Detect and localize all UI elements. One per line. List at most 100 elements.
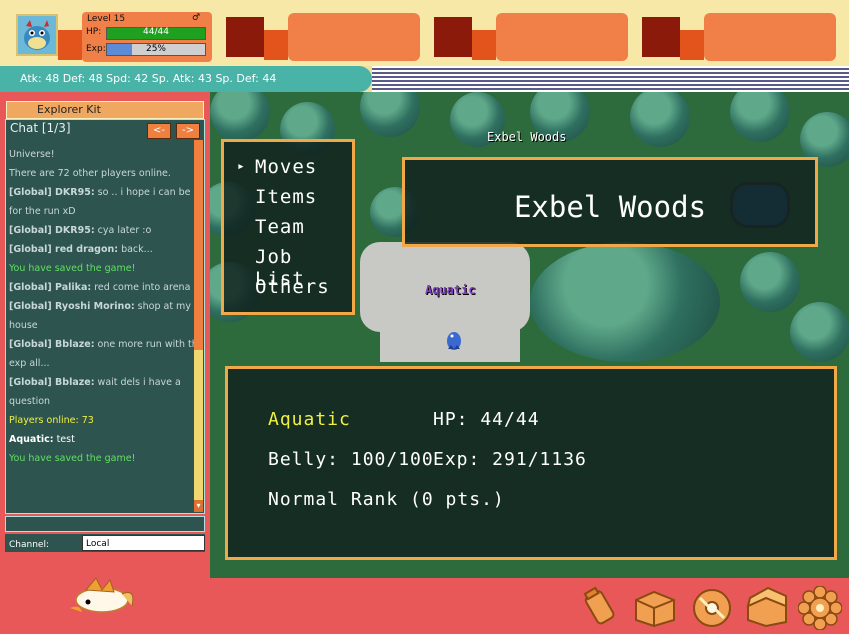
bag-icon[interactable] bbox=[578, 584, 622, 632]
menu-item-team[interactable]: Team bbox=[255, 216, 305, 238]
exp-label: Exp: bbox=[86, 44, 106, 54]
chat-line-sender: [Global] DKR95: bbox=[9, 225, 95, 236]
chat-line: There are 72 other players online. bbox=[9, 164, 195, 183]
chat-line: Players online: 73 bbox=[9, 411, 195, 430]
chat-lines: Universe! There are 72 other players onli… bbox=[9, 145, 195, 468]
chat-line-text: red come into arena bbox=[91, 282, 191, 293]
chat-line-sender: [Global] Bblaze: bbox=[9, 339, 95, 350]
chat-line: [Global] Bblaze: one more run with this bbox=[9, 335, 195, 354]
chat-line: [Global] DKR95: cya later :o bbox=[9, 221, 195, 240]
menu-item-others[interactable]: Others bbox=[255, 276, 330, 298]
gender-icon: ♂ bbox=[192, 13, 201, 23]
chat-line-sender: [Global] Ryoshi Morino: bbox=[9, 301, 135, 312]
chat-line-sender: Aquatic: bbox=[9, 434, 54, 445]
chat-line-text: wait dels i have a bbox=[94, 377, 181, 388]
storage-box-icon[interactable] bbox=[632, 588, 678, 632]
map-tree bbox=[630, 92, 690, 147]
status-exp: Exp: 291/1136 bbox=[433, 449, 587, 470]
chat-line: [Global] red dragon: back... bbox=[9, 240, 195, 259]
chat-line: You have saved the game! bbox=[9, 259, 195, 278]
chat-scroll-down-icon[interactable]: ▾ bbox=[194, 500, 203, 512]
channel-select[interactable]: Local bbox=[82, 535, 205, 551]
chat-line-text: Universe! bbox=[9, 149, 55, 160]
chat-next-button[interactable]: -> bbox=[176, 123, 200, 139]
chat-line-text: so .. i hope i can be up bbox=[94, 187, 195, 198]
map-tree bbox=[210, 92, 270, 142]
party-slot-2-tab bbox=[264, 30, 288, 60]
totodile-icon bbox=[18, 16, 56, 54]
chat-line-text: Players online: 73 bbox=[9, 415, 94, 426]
chat-line: for the run xD bbox=[9, 202, 195, 221]
chat-line: Aquatic: test bbox=[9, 430, 195, 449]
status-name: Aquatic bbox=[268, 409, 351, 430]
hp-label: HP: bbox=[86, 27, 102, 37]
chat-line-text: cya later :o bbox=[94, 225, 152, 236]
map-tree bbox=[740, 252, 800, 312]
chat-title: Chat [1/3] bbox=[10, 121, 71, 135]
disc-icon[interactable] bbox=[690, 586, 734, 634]
chat-line-text: You have saved the game! bbox=[9, 453, 136, 464]
party-slot-4-card[interactable] bbox=[704, 13, 836, 61]
location-label: Exbel Woods bbox=[487, 130, 567, 144]
chat-line-text: You have saved the game! bbox=[9, 263, 136, 274]
chat-line: [Global] Bblaze: wait dels i have a bbox=[9, 373, 195, 392]
party-slot-2-portrait[interactable] bbox=[226, 17, 264, 57]
channel-label: Channel: bbox=[9, 540, 49, 550]
status-belly: Belly: 100/100 bbox=[268, 449, 434, 470]
location-banner: Exbel Woods bbox=[402, 157, 818, 247]
party-slot-2-card[interactable] bbox=[288, 13, 420, 61]
chat-line: question bbox=[9, 392, 195, 411]
party-slot-3-card[interactable] bbox=[496, 13, 628, 61]
lead-portrait[interactable] bbox=[16, 14, 58, 56]
chat-line-sender: [Global] red dragon: bbox=[9, 244, 119, 255]
chat-line: [Global] Ryoshi Morino: shop at my bbox=[9, 297, 195, 316]
menu-cursor-icon: ▸ bbox=[237, 159, 246, 174]
chat-line-text: exp all... bbox=[9, 358, 50, 369]
chat-line: You have saved the game! bbox=[9, 449, 195, 468]
chat-scroll-thumb[interactable] bbox=[194, 350, 203, 500]
hp-value: 44/44 bbox=[143, 27, 169, 37]
player-sprite[interactable] bbox=[445, 327, 463, 355]
party-slot-3-portrait[interactable] bbox=[434, 17, 472, 57]
map-tree bbox=[790, 302, 849, 362]
status-rank: Normal Rank (0 pts.) bbox=[268, 489, 505, 510]
party-slot-4-portrait[interactable] bbox=[642, 17, 680, 57]
chat-line: [Global] DKR95: so .. i hope i can be up bbox=[9, 183, 195, 202]
stats-strip: Atk: 48 Def: 48 Spd: 42 Sp. Atk: 43 Sp. … bbox=[0, 66, 372, 92]
chat-line: exp all... bbox=[9, 354, 195, 373]
location-banner-text: Exbel Woods bbox=[513, 190, 707, 224]
chat-line: Universe! bbox=[9, 145, 195, 164]
chat-line-text: There are 72 other players online. bbox=[9, 168, 171, 179]
menu-item-moves[interactable]: Moves bbox=[255, 156, 317, 178]
portrait-tab bbox=[58, 30, 82, 60]
lead-status-card: Level 15 ♂ HP: 44/44 Exp: 25% bbox=[82, 12, 212, 62]
status-hp: HP: 44/44 bbox=[433, 409, 540, 430]
chat-line-sender: [Global] DKR95: bbox=[9, 187, 95, 198]
menu-item-items[interactable]: Items bbox=[255, 186, 317, 208]
stats-strip-stripes bbox=[372, 66, 849, 92]
chat-line-text: question bbox=[9, 396, 51, 407]
main-menu: ▸ Moves Items Team Job List Others bbox=[221, 139, 355, 315]
player-name-label: Aquatic bbox=[425, 283, 476, 297]
chat-line-text: shop at my bbox=[134, 301, 191, 312]
map-tree bbox=[730, 92, 790, 142]
chat-input[interactable] bbox=[5, 516, 205, 532]
level-label: Level 15 bbox=[87, 14, 126, 24]
party-slot-3-tab bbox=[472, 30, 496, 60]
chat-line-text: for the run xD bbox=[9, 206, 76, 217]
mascot-icon bbox=[66, 574, 138, 620]
explorer-kit-tab[interactable]: Explorer Kit bbox=[6, 101, 204, 119]
chat-line-sender: [Global] Palika: bbox=[9, 282, 92, 293]
party-slot-4-tab bbox=[680, 30, 704, 60]
exp-value: 25% bbox=[145, 44, 166, 54]
status-panel: Aquatic HP: 44/44 Belly: 100/100 Exp: 29… bbox=[225, 366, 837, 560]
chest-icon[interactable] bbox=[742, 584, 792, 632]
chat-line: house bbox=[9, 316, 195, 335]
chat-prev-button[interactable]: <- bbox=[147, 123, 171, 139]
gear-flower-icon[interactable] bbox=[797, 585, 843, 634]
chat-line: [Global] Palika: red come into arena bbox=[9, 278, 195, 297]
map-big-tree bbox=[530, 242, 720, 362]
chat-line-text: test bbox=[53, 434, 75, 445]
chat-line-text: one more run with this bbox=[94, 339, 195, 350]
chat-line-text: back... bbox=[118, 244, 153, 255]
